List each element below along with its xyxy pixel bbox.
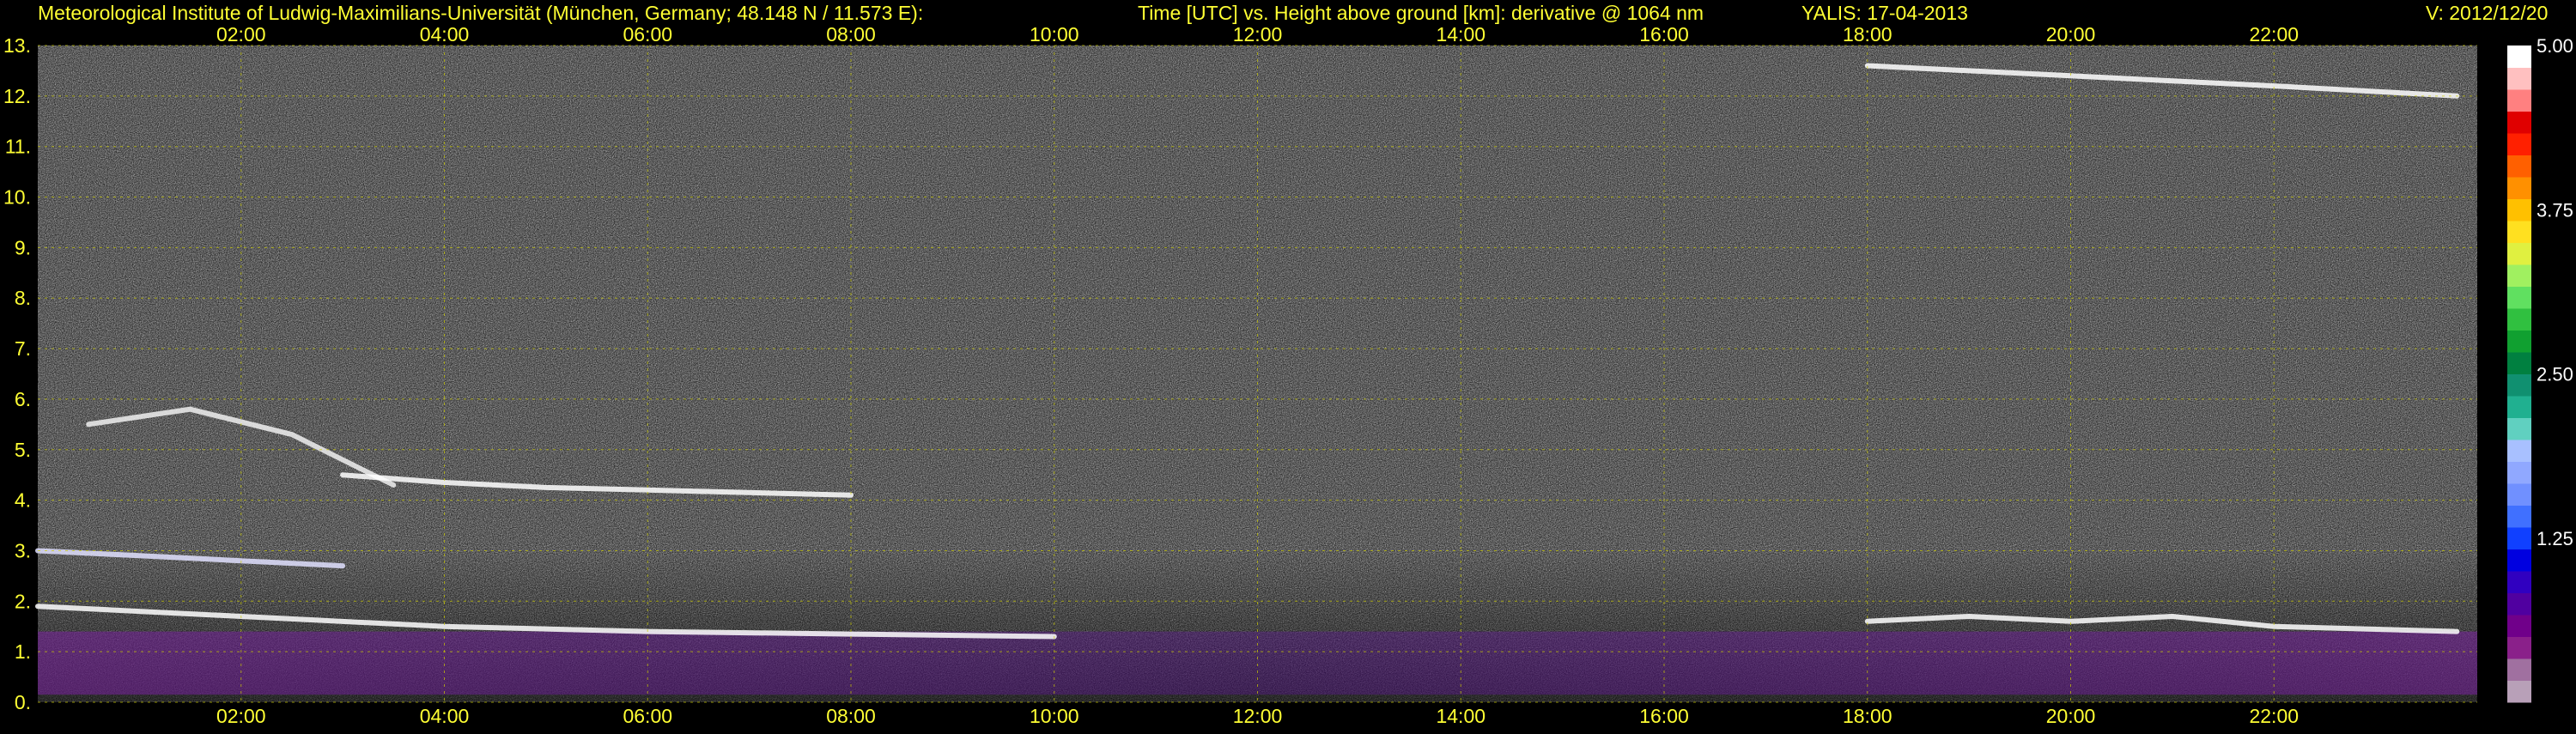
y-tick-label: 3. [15, 539, 31, 561]
x-tick-label-top: 10:00 [1030, 23, 1079, 45]
x-tick-label-bottom: 18:00 [1843, 705, 1893, 727]
colorbar-swatch [2507, 549, 2531, 572]
colorbar-swatch [2507, 658, 2531, 681]
colorbar-swatch [2507, 461, 2531, 484]
colorbar-swatch [2507, 527, 2531, 549]
y-tick-label: 12. [3, 85, 31, 107]
colorbar-swatch [2507, 67, 2531, 90]
x-tick-label-bottom: 04:00 [420, 705, 470, 727]
colorbar-swatch [2507, 417, 2531, 440]
y-tick-label: 1. [15, 640, 31, 663]
x-tick-label-bottom: 10:00 [1030, 705, 1079, 727]
y-tick-label: 10. [3, 186, 31, 209]
colorbar-tick-label: 5.00 [2537, 35, 2573, 57]
x-tick-label-top: 06:00 [623, 23, 672, 45]
y-tick-label: 5. [15, 439, 31, 461]
colorbar-tick-label: 2.50 [2537, 364, 2573, 385]
colorbar-swatch [2507, 615, 2531, 637]
y-tick-label: 11. [5, 136, 31, 158]
colorbar-swatch [2507, 221, 2531, 243]
colorbar-swatch [2507, 330, 2531, 353]
colorbar-tick-label: 3.75 [2537, 199, 2573, 221]
x-tick-label-bottom: 12:00 [1233, 705, 1283, 727]
y-tick-label: 9. [15, 236, 31, 258]
x-tick-label-bottom: 06:00 [623, 705, 672, 727]
colorbar-swatch [2507, 286, 2531, 309]
y-tick-label: 6. [15, 388, 31, 410]
lidar-time-height-plot: 02:00 02:00 04:00 04:00 06:00 06:00 08:00 08:00… [0, 0, 2576, 730]
colorbar-swatch [2507, 264, 2531, 287]
x-tick-label-top: 22:00 [2249, 23, 2299, 45]
x-tick-label-top: 14:00 [1436, 23, 1485, 45]
colorbar-swatch [2507, 242, 2531, 265]
x-tick-label-bottom: 08:00 [826, 705, 876, 727]
colorbar-swatch [2507, 592, 2531, 616]
colorbar-swatch [2507, 396, 2531, 418]
colorbar-swatch [2507, 155, 2531, 178]
colorbar-swatch [2507, 111, 2531, 134]
colorbar-swatch [2507, 89, 2531, 112]
y-tick-label: 0. [15, 691, 31, 713]
x-tick-label-bottom: 20:00 [2046, 705, 2096, 727]
y-tick-label: 7. [15, 337, 31, 360]
colorbar-swatch [2507, 177, 2531, 199]
colorbar-swatch [2507, 352, 2531, 374]
x-tick-label-bottom: 02:00 [216, 705, 266, 727]
y-tick-label: 8. [15, 287, 31, 309]
x-tick-label-top: 08:00 [826, 23, 876, 45]
colorbar-swatch [2507, 198, 2531, 221]
colorbar: 1.25 2.50 3.75 5.00 [2507, 35, 2573, 703]
colorbar-swatch [2507, 680, 2531, 703]
colorbar-swatch [2507, 505, 2531, 528]
y-tick-label: 13. [3, 34, 31, 57]
x-tick-label-bottom: 14:00 [1436, 705, 1485, 727]
colorbar-swatch [2507, 483, 2531, 506]
y-tick-label: 4. [15, 489, 31, 512]
colorbar-swatch [2507, 45, 2531, 68]
x-tick-label-bottom: 16:00 [1639, 705, 1689, 727]
colorbar-swatch [2507, 440, 2531, 462]
x-tick-label-bottom: 22:00 [2249, 705, 2299, 727]
x-tick-label-top: 12:00 [1233, 23, 1283, 45]
colorbar-tick-label: 1.25 [2537, 528, 2573, 549]
x-tick-label-top: 20:00 [2046, 23, 2096, 45]
colorbar-swatch [2507, 636, 2531, 659]
colorbar-swatch [2507, 373, 2531, 397]
x-tick-label-top: 04:00 [420, 23, 470, 45]
x-tick-label-top: 16:00 [1639, 23, 1689, 45]
colorbar-swatch [2507, 308, 2531, 331]
x-tick-label-top: 18:00 [1843, 23, 1893, 45]
colorbar-swatch [2507, 571, 2531, 593]
x-tick-label-top: 02:00 [216, 23, 266, 45]
y-tick-label: 2. [15, 590, 31, 612]
colorbar-swatch [2507, 133, 2531, 155]
